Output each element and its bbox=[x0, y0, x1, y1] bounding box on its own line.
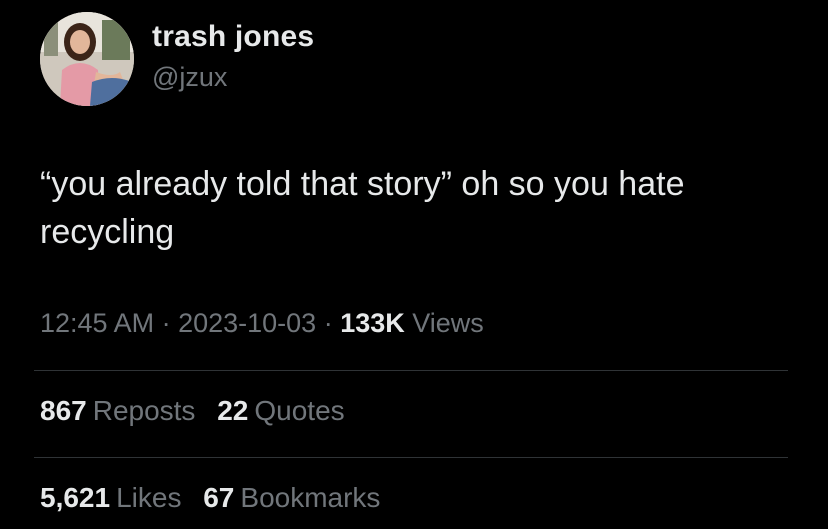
divider bbox=[34, 370, 788, 371]
divider bbox=[34, 457, 788, 458]
engagement-row-likes: 5,621 Likes 67 Bookmarks bbox=[40, 482, 394, 514]
tweet-detail: trash jones @jzux “you already told that… bbox=[0, 0, 828, 529]
profile-photo-icon bbox=[40, 12, 134, 106]
reposts-stat[interactable]: 867 Reposts bbox=[40, 395, 195, 427]
reposts-label: Reposts bbox=[92, 395, 196, 426]
engagement-row-reposts: 867 Reposts 22 Quotes bbox=[40, 395, 359, 427]
tweet-time[interactable]: 12:45 AM bbox=[40, 308, 154, 338]
tweet-meta: 12:45 AM · 2023-10-03 · 133K Views bbox=[40, 308, 484, 339]
tweet-text-line: “you already told that story” oh so you … bbox=[40, 165, 685, 203]
tweet-text-line: recycling bbox=[40, 213, 175, 251]
quotes-label: Quotes bbox=[254, 395, 345, 426]
meta-separator: · bbox=[154, 308, 179, 338]
quotes-count: 22 bbox=[217, 395, 249, 426]
meta-separator: · bbox=[316, 308, 341, 338]
tweet-date[interactable]: 2023-10-03 bbox=[178, 308, 316, 338]
likes-stat[interactable]: 5,621 Likes bbox=[40, 482, 181, 514]
likes-label: Likes bbox=[116, 482, 182, 513]
bookmarks-label: Bookmarks bbox=[240, 482, 381, 513]
user-handle[interactable]: @jzux bbox=[152, 62, 227, 93]
views-count: 133K bbox=[340, 308, 405, 338]
quotes-stat[interactable]: 22 Quotes bbox=[217, 395, 344, 427]
bookmarks-stat[interactable]: 67 Bookmarks bbox=[203, 482, 380, 514]
bookmarks-count: 67 bbox=[203, 482, 235, 513]
avatar[interactable] bbox=[40, 12, 134, 106]
display-name[interactable]: trash jones bbox=[152, 20, 314, 54]
views-label: Views bbox=[412, 308, 484, 338]
tweet-text: “you already told that story” oh so you … bbox=[40, 160, 800, 256]
reposts-count: 867 bbox=[40, 395, 87, 426]
likes-count: 5,621 bbox=[40, 482, 111, 513]
